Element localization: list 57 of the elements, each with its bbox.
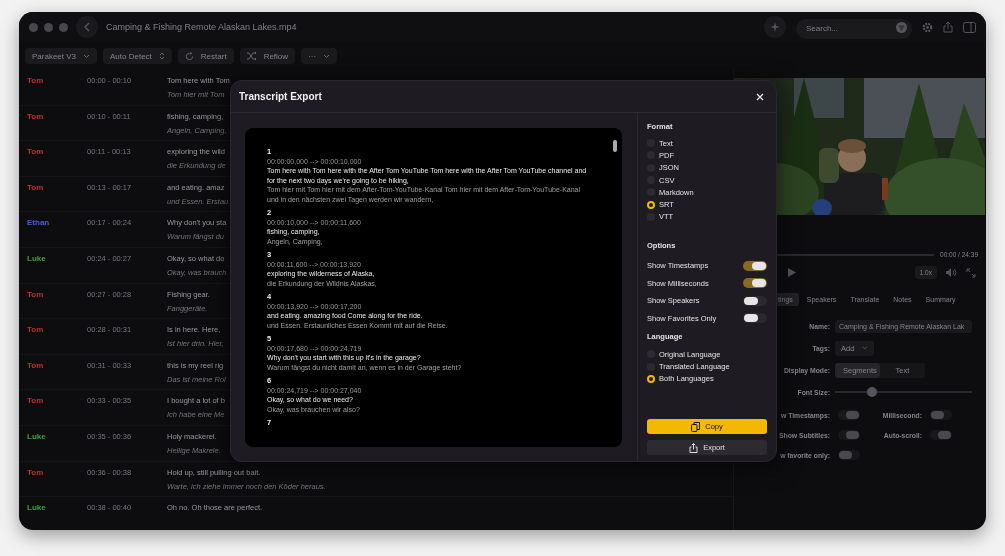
refresh-icon — [184, 51, 194, 61]
volume-icon[interactable] — [946, 268, 957, 277]
speaker-name: Tom — [26, 466, 45, 477]
share-icon — [689, 442, 699, 453]
search-field[interactable]: Search... — [796, 18, 912, 39]
sparkle-button[interactable] — [764, 16, 786, 38]
language-dropdown[interactable]: Auto Detect — [103, 48, 172, 64]
toggle-switch[interactable] — [838, 410, 860, 420]
toggle-switch[interactable] — [743, 278, 767, 289]
back-button[interactable] — [76, 16, 98, 38]
speaker-name: Luke — [26, 430, 47, 441]
speaker-name: Tom — [26, 110, 45, 121]
caret-icon — [862, 346, 869, 350]
speaker-name: Tom — [26, 146, 45, 157]
slider-thumb[interactable] — [867, 387, 877, 397]
chevron-left-icon — [83, 22, 91, 32]
caret-icon — [323, 53, 331, 59]
toggle-switch[interactable] — [743, 313, 767, 324]
toggle-switch[interactable] — [743, 295, 767, 306]
speaker-name: Tom — [26, 359, 45, 370]
model-dropdown[interactable]: Parakeet V3 — [25, 48, 98, 64]
speaker-name: Luke — [26, 502, 47, 513]
speaker-name: Tom — [26, 324, 45, 335]
radio-button[interactable] — [647, 200, 655, 209]
toggle-switch[interactable] — [838, 450, 860, 460]
toggle-switch[interactable] — [838, 430, 860, 440]
shuffle-icon — [246, 52, 257, 60]
window-title: Camping & Fishing Remote Alaskan Lakes.mp4 — [106, 22, 297, 32]
restart-button[interactable]: Restart — [177, 48, 234, 64]
toggle-switch[interactable] — [743, 260, 767, 271]
settings-icon[interactable] — [922, 21, 933, 33]
share-icon[interactable] — [943, 21, 953, 33]
caret-icon — [83, 53, 91, 59]
toggle-switch[interactable] — [930, 430, 952, 440]
radio-button[interactable] — [647, 374, 655, 383]
copy-icon — [691, 421, 701, 432]
up-down-icon — [158, 52, 165, 60]
zoom-button[interactable] — [59, 22, 68, 32]
speaker-name: Tom — [26, 288, 45, 299]
play-icon[interactable] — [788, 268, 796, 277]
speaker-name: Luke — [26, 252, 47, 263]
more-dropdown[interactable]: ··· — [301, 48, 338, 64]
speaker-name: Tom — [26, 181, 45, 192]
close-button[interactable] — [29, 22, 38, 32]
speaker-name: Ethan — [26, 217, 51, 228]
sparkle-icon — [770, 22, 780, 32]
filter-icon[interactable] — [896, 21, 907, 33]
dialog-title: Transcript Export — [239, 91, 322, 102]
scrollbar-thumb[interactable] — [613, 140, 617, 152]
speaker-name: Tom — [26, 395, 45, 406]
speaker-name: Tom — [26, 75, 45, 85]
sidebar-icon[interactable] — [963, 21, 976, 33]
toggle-switch[interactable] — [930, 410, 952, 420]
minimize-button[interactable] — [44, 22, 53, 32]
reflow-button[interactable]: Reflow — [239, 48, 296, 64]
close-icon[interactable] — [756, 92, 764, 101]
expand-icon[interactable] — [966, 267, 976, 278]
